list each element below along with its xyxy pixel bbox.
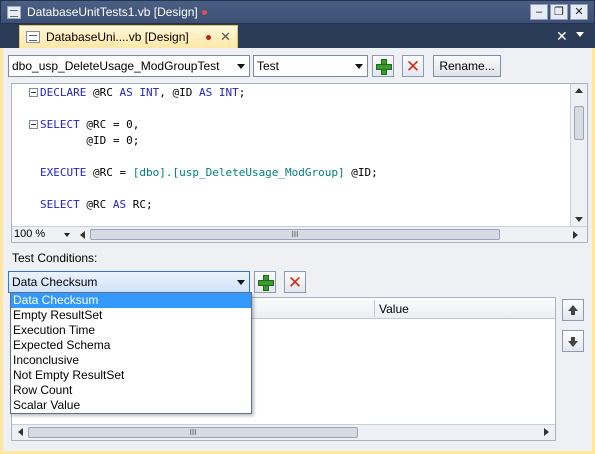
code-token: @ID = 0; <box>40 134 140 147</box>
code-token: SELECT <box>40 118 87 131</box>
code-token: [dbo].[usp_DeleteUsage_ModGroup] <box>132 166 345 179</box>
editor-status-bar: 100 % III <box>12 226 587 242</box>
arrow-down-icon <box>568 337 578 347</box>
add-test-button[interactable] <box>372 55 394 77</box>
test-conditions-label: Test Conditions: <box>12 251 98 265</box>
scroll-left-icon[interactable] <box>18 428 23 436</box>
code-token: AS INT <box>198 86 239 99</box>
document-tab[interactable]: DatabaseUni....vb [Design] ✕ <box>19 25 238 48</box>
code-token: DECLARE <box>40 86 93 99</box>
zoom-level[interactable]: 100 % <box>14 228 45 240</box>
plus-icon <box>376 59 392 75</box>
column-separator[interactable] <box>374 300 375 317</box>
grid-horizontal-scrollbar[interactable]: III <box>12 424 555 440</box>
editor-horizontal-scrollbar[interactable]: III <box>74 228 584 241</box>
designer-icon <box>26 31 40 43</box>
delete-condition-button[interactable]: ✕ <box>284 271 306 293</box>
modified-dot-icon <box>206 35 211 40</box>
dropdown-option[interactable]: Expected Schema <box>11 338 251 353</box>
fold-toggle-icon[interactable] <box>29 88 38 97</box>
test-selector-value: dbo_usp_DeleteUsage_ModGroupTest <box>12 59 220 73</box>
editor-gutter <box>12 84 38 224</box>
minimize-button[interactable]: – <box>530 4 548 20</box>
code-line: SELECT @RC = 0, <box>40 118 139 131</box>
code-token: , @ID <box>159 86 199 99</box>
dropdown-option[interactable]: Scalar Value <box>11 398 251 413</box>
rename-button[interactable]: Rename... <box>433 55 501 77</box>
dropdown-option[interactable]: Inconclusive <box>11 353 251 368</box>
designer-panel: dbo_usp_DeleteUsage_ModGroupTest Test ✕ … <box>0 48 595 454</box>
code-line: SELECT @RC AS RC; <box>40 198 153 211</box>
tab-close-icon[interactable]: ✕ <box>220 29 231 45</box>
scroll-thumb[interactable]: III <box>28 427 358 438</box>
scroll-thumb[interactable]: III <box>90 229 500 240</box>
close-all-icon[interactable]: ✕ <box>556 28 568 45</box>
fold-toggle-icon[interactable] <box>29 120 38 129</box>
sql-editor[interactable]: DECLARE @RC AS INT, @ID AS INT; SELECT @… <box>11 83 588 243</box>
script-type-combo[interactable]: Test <box>253 55 368 77</box>
window-title: DatabaseUnitTests1.vb [Design] <box>27 5 207 19</box>
close-window-button[interactable]: ✕ <box>570 4 588 20</box>
scroll-thumb[interactable] <box>574 106 584 140</box>
test-selector-combo[interactable]: dbo_usp_DeleteUsage_ModGroupTest <box>8 55 250 77</box>
code-line: EXECUTE @RC = [dbo].[usp_DeleteUsage_Mod… <box>40 166 378 179</box>
add-condition-button[interactable] <box>254 271 276 293</box>
code-line: DECLARE @RC AS INT, @ID AS INT; <box>40 86 245 99</box>
delete-test-button[interactable]: ✕ <box>402 55 424 77</box>
code-token: @ID; <box>344 166 378 179</box>
code-token: @RC = 0, <box>86 118 140 131</box>
dropdown-option[interactable]: Data Checksum <box>11 293 251 308</box>
column-header-value[interactable]: Value <box>379 302 409 316</box>
code-line: @ID = 0; <box>40 134 139 147</box>
script-type-value: Test <box>257 59 280 73</box>
condition-type-dropdown-list[interactable]: Data Checksum Empty ResultSet Execution Ti… <box>10 292 252 414</box>
chevron-down-icon <box>237 280 245 285</box>
scroll-right-icon[interactable] <box>544 428 549 436</box>
code-token: @RC <box>92 86 120 99</box>
modified-indicator-icon <box>201 10 207 16</box>
move-up-button[interactable] <box>562 299 584 321</box>
move-down-button[interactable] <box>562 330 584 352</box>
document-tab-strip: DatabaseUni....vb [Design] ✕ ✕ <box>0 24 595 48</box>
restore-button[interactable]: ❐ <box>550 4 568 20</box>
tab-list-dropdown-icon[interactable] <box>576 32 584 37</box>
dropdown-option[interactable]: Execution Time <box>11 323 251 338</box>
vb-file-icon <box>7 6 21 19</box>
editor-vertical-scrollbar[interactable] <box>570 84 587 226</box>
dropdown-option[interactable]: Row Count <box>11 383 251 398</box>
dropdown-option[interactable]: Empty ResultSet <box>11 308 251 323</box>
zoom-dropdown-icon[interactable] <box>64 233 70 237</box>
code-token: @RC <box>86 198 113 211</box>
code-token: AS <box>112 198 133 211</box>
code-token: RC; <box>132 198 153 211</box>
plus-icon <box>258 275 274 291</box>
code-token: ; <box>238 86 246 99</box>
code-token: EXECUTE <box>40 166 93 179</box>
chevron-down-icon <box>237 64 245 69</box>
condition-type-value: Data Checksum <box>12 275 98 289</box>
code-token: @RC = <box>92 166 133 179</box>
chevron-down-icon <box>355 64 363 69</box>
arrow-up-icon <box>568 305 578 315</box>
dropdown-option[interactable]: Not Empty ResultSet <box>11 368 251 383</box>
scroll-down-icon[interactable] <box>575 217 583 222</box>
code-token: AS INT <box>119 86 160 99</box>
delete-icon: ✕ <box>287 272 303 292</box>
scroll-up-icon[interactable] <box>575 88 583 93</box>
scroll-right-icon[interactable] <box>573 231 578 239</box>
code-token: SELECT <box>40 198 87 211</box>
delete-icon: ✕ <box>405 56 421 76</box>
condition-type-combo[interactable]: Data Checksum <box>8 271 250 293</box>
scroll-left-icon[interactable] <box>80 231 85 239</box>
document-tab-label: DatabaseUni....vb [Design] <box>46 30 189 44</box>
window-titlebar[interactable]: DatabaseUnitTests1.vb [Design] – ❐ ✕ <box>0 0 595 24</box>
